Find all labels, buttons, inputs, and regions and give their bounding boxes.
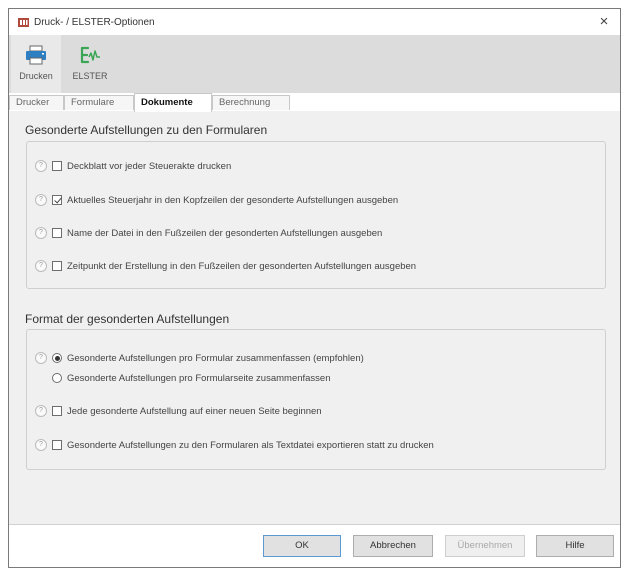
- ok-button[interactable]: OK: [263, 535, 341, 557]
- help-icon[interactable]: ?: [35, 405, 47, 417]
- help-icon[interactable]: ?: [35, 260, 47, 272]
- printer-icon: [26, 45, 46, 65]
- radio-pro-formularseite[interactable]: Gesonderte Aufstellungen pro Formularsei…: [35, 372, 331, 384]
- checkbox-textdatei[interactable]: [52, 440, 62, 450]
- option-dateiname[interactable]: ? Name der Datei in den Fußzeilen der ge…: [35, 227, 382, 239]
- option-steuerjahr[interactable]: ? Aktuelles Steuerjahr in den Kopfzeilen…: [35, 194, 398, 206]
- checkbox-zeitpunkt[interactable]: [52, 261, 62, 271]
- elster-icon: [80, 46, 100, 64]
- app-icon: [18, 17, 29, 27]
- apply-button[interactable]: Übernehmen: [445, 535, 525, 557]
- help-icon[interactable]: ?: [35, 160, 47, 172]
- checkbox-neue-seite[interactable]: [52, 406, 62, 416]
- ribbon-elster-button[interactable]: ELSTER: [65, 35, 115, 93]
- option-label: Jede gesonderte Aufstellung auf einer ne…: [67, 405, 322, 417]
- options-dialog: Druck- / ELSTER-Optionen × Drucken ELSTE…: [8, 8, 621, 568]
- ribbon-drucken-button[interactable]: Drucken: [11, 35, 61, 93]
- radio-label: Gesonderte Aufstellungen pro Formularsei…: [67, 372, 331, 384]
- tab-bar: Drucker Formulare Dokumente Berechnung: [9, 93, 620, 112]
- tab-dokumente[interactable]: Dokumente: [134, 93, 212, 112]
- option-label: Gesonderte Aufstellungen zu den Formular…: [67, 439, 434, 451]
- option-label: Zeitpunkt der Erstellung in den Fußzeile…: [67, 260, 417, 272]
- option-label: Name der Datei in den Fußzeilen der geso…: [67, 227, 383, 239]
- option-deckblatt[interactable]: ? Deckblatt vor jeder Steuerakte drucken: [35, 160, 231, 172]
- title-bar: Druck- / ELSTER-Optionen ×: [9, 9, 620, 35]
- tab-berechnung[interactable]: Berechnung: [212, 95, 290, 110]
- close-icon: ×: [599, 13, 609, 30]
- radio-pro-formular[interactable]: ? Gesonderte Aufstellungen pro Formular …: [35, 352, 364, 364]
- help-icon[interactable]: ?: [35, 227, 47, 239]
- ribbon-drucken-label: Drucken: [19, 71, 53, 81]
- radio-pro-formular-control[interactable]: [52, 353, 62, 363]
- ribbon: Drucken ELSTER: [9, 35, 620, 93]
- tab-formulare[interactable]: Formulare: [64, 95, 134, 110]
- tab-content: Gesonderte Aufstellungen zu den Formular…: [9, 111, 620, 525]
- radio-label: Gesonderte Aufstellungen pro Formular zu…: [67, 352, 364, 364]
- button-bar: OK Abbrechen Übernehmen Hilfe: [9, 524, 620, 567]
- section2-title: Format der gesonderten Aufstellungen: [25, 312, 230, 326]
- window-title: Druck- / ELSTER-Optionen: [34, 16, 155, 28]
- option-zeitpunkt[interactable]: ? Zeitpunkt der Erstellung in den Fußzei…: [35, 260, 416, 272]
- checkbox-deckblatt[interactable]: [52, 161, 62, 171]
- help-icon[interactable]: ?: [35, 194, 47, 206]
- checkbox-steuerjahr[interactable]: [52, 195, 62, 205]
- help-button[interactable]: Hilfe: [536, 535, 614, 557]
- close-button[interactable]: ×: [594, 12, 614, 32]
- cancel-button[interactable]: Abbrechen: [353, 535, 433, 557]
- checkbox-dateiname[interactable]: [52, 228, 62, 238]
- option-label: Deckblatt vor jeder Steuerakte drucken: [67, 160, 232, 172]
- option-textdatei[interactable]: ? Gesonderte Aufstellungen zu den Formul…: [35, 439, 434, 451]
- ribbon-elster-label: ELSTER: [72, 71, 108, 81]
- option-neue-seite[interactable]: ? Jede gesonderte Aufstellung auf einer …: [35, 405, 322, 417]
- help-icon[interactable]: ?: [35, 439, 47, 451]
- option-label: Aktuelles Steuerjahr in den Kopfzeilen d…: [67, 194, 399, 206]
- help-icon[interactable]: ?: [35, 352, 47, 364]
- tab-drucker[interactable]: Drucker: [9, 95, 64, 110]
- section1-title: Gesonderte Aufstellungen zu den Formular…: [25, 123, 268, 137]
- radio-pro-formularseite-control[interactable]: [52, 373, 62, 383]
